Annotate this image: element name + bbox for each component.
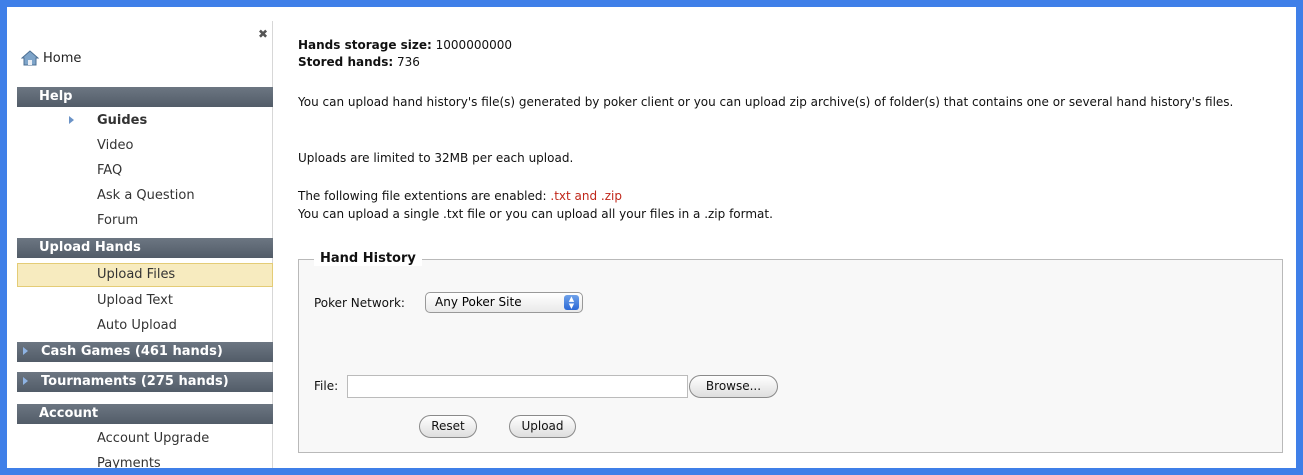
sidebar-item-label: Video xyxy=(97,138,134,153)
home-label: Home xyxy=(43,50,82,66)
section-cash-games-label: Cash Games (461 hands) xyxy=(41,344,223,359)
hand-history-fieldset: Hand History Poker Network: Any Poker Si… xyxy=(298,251,1283,453)
sidebar-item-label: Auto Upload xyxy=(97,318,177,333)
expand-arrow-icon xyxy=(23,377,28,385)
home-icon xyxy=(21,50,39,66)
sidebar-item-label: Guides xyxy=(97,113,148,128)
sidebar-item-label: Payments xyxy=(97,456,161,468)
upload-button[interactable]: Upload xyxy=(509,415,576,438)
browse-button[interactable]: Browse... xyxy=(689,375,778,398)
stored-hands-label: Stored hands: xyxy=(298,55,394,69)
poker-network-value: Any Poker Site xyxy=(435,295,522,309)
select-stepper-icon: ▲ ▼ xyxy=(564,295,579,310)
sidebar-item-upload-files[interactable]: Upload Files xyxy=(17,263,273,287)
extensions-note: The following file extentions are enable… xyxy=(298,187,1283,205)
upload-limit: Uploads are limited to 32MB per each upl… xyxy=(298,151,574,165)
section-tournaments[interactable]: Tournaments (275 hands) xyxy=(17,372,273,392)
sidebar-item-upload-text[interactable]: Upload Text xyxy=(17,289,273,313)
reset-button[interactable]: Reset xyxy=(419,415,477,438)
sidebar-item-auto-upload[interactable]: Auto Upload xyxy=(17,314,273,338)
section-cash-games[interactable]: Cash Games (461 hands) xyxy=(17,342,273,362)
sidebar-item-payments[interactable]: Payments xyxy=(17,452,273,468)
section-upload-hands[interactable]: Upload Hands xyxy=(17,238,273,258)
page-frame: ✖ Home Help Guides Video FAQ Ask a Quest… xyxy=(7,7,1296,468)
sidebar-item-account-upgrade[interactable]: Account Upgrade xyxy=(17,427,273,451)
hand-history-legend: Hand History xyxy=(314,251,422,266)
storage-size-label: Hands storage size: xyxy=(298,38,432,52)
poker-network-label: Poker Network: xyxy=(314,296,405,310)
section-tournaments-label: Tournaments (275 hands) xyxy=(41,374,229,389)
extensions-value: .txt and .zip xyxy=(550,189,622,203)
section-help-label: Help xyxy=(39,89,73,104)
single-file-note: You can upload a single .txt file or you… xyxy=(298,207,773,221)
close-sidebar-icon[interactable]: ✖ xyxy=(258,27,268,41)
section-account[interactable]: Account xyxy=(17,404,273,424)
sidebar-item-guides[interactable]: Guides xyxy=(17,109,273,133)
sidebar-item-label: Ask a Question xyxy=(97,188,195,203)
sidebar-item-label: Account Upgrade xyxy=(97,431,210,446)
sidebar-item-forum[interactable]: Forum xyxy=(17,209,273,233)
file-path-input[interactable] xyxy=(347,375,688,398)
poker-network-select[interactable]: Any Poker Site ▲ ▼ xyxy=(425,292,583,313)
bullet-icon xyxy=(69,116,74,124)
sidebar-item-ask-question[interactable]: Ask a Question xyxy=(17,184,273,208)
main-content: Hands storage size: 1000000000 Stored ha… xyxy=(298,37,1283,453)
section-account-label: Account xyxy=(39,406,99,421)
sidebar: ✖ Home Help Guides Video FAQ Ask a Quest… xyxy=(15,21,273,468)
sidebar-item-label: FAQ xyxy=(97,163,123,178)
sidebar-item-label: Upload Text xyxy=(97,293,173,308)
sidebar-item-video[interactable]: Video xyxy=(17,134,273,158)
sidebar-item-faq[interactable]: FAQ xyxy=(17,159,273,183)
storage-size-value: 1000000000 xyxy=(435,38,513,52)
stored-hands-value: 736 xyxy=(397,55,420,69)
upload-intro: You can upload hand history's file(s) ge… xyxy=(298,95,1234,109)
storage-size: Hands storage size: 1000000000 xyxy=(298,37,1283,54)
expand-arrow-icon xyxy=(23,347,28,355)
sidebar-item-label: Forum xyxy=(97,213,139,228)
sidebar-item-label: Upload Files xyxy=(97,267,176,282)
section-help[interactable]: Help xyxy=(17,87,273,107)
extensions-prefix: The following file extentions are enable… xyxy=(298,189,551,203)
stored-hands: Stored hands: 736 xyxy=(298,54,1283,71)
sidebar-item-home[interactable]: Home xyxy=(21,48,81,68)
file-label: File: xyxy=(314,379,339,393)
section-upload-hands-label: Upload Hands xyxy=(39,240,141,255)
